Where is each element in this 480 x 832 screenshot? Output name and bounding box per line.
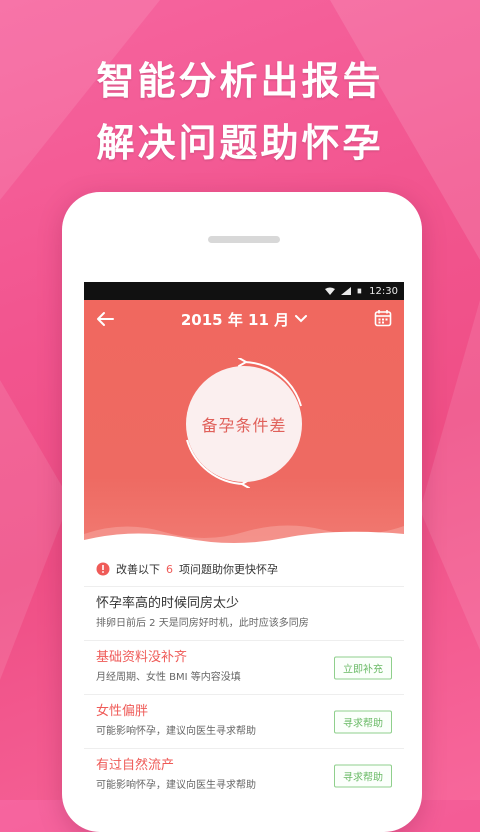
back-arrow-icon[interactable] [94,308,116,330]
seek-help-button[interactable]: 寻求帮助 [334,710,392,733]
seek-help-button[interactable]: 寻求帮助 [334,764,392,787]
notice-suffix: 项问题助你更快怀孕 [179,563,278,576]
list-item[interactable]: 基础资料没补齐 月经周期、女性 BMI 等内容没填 立即补充 [84,641,404,695]
top-bar: 2015 年 11 月 [84,300,404,338]
status-circle-label: 备孕条件差 [201,416,287,435]
month-label: 2015 年 11 月 [180,310,290,329]
background-facet [420,300,480,650]
complete-now-button[interactable]: 立即补充 [334,656,392,679]
list-item[interactable]: 有过自然流产 可能影响怀孕，建议向医生寻求帮助 寻求帮助 [84,749,404,800]
list-item[interactable]: 怀孕率高的时候同房太少 排卵日前后 2 天是同房好时机，此时应该多同房 [84,587,404,641]
chevron-down-icon [295,315,308,323]
phone-screen: 12:30 2015 年 11 月 备孕条件差 改善以下 6 项问题助你更快怀孕… [84,282,404,800]
list-item[interactable]: 女性偏胖 可能影响怀孕，建议向医生寻求帮助 寻求帮助 [84,695,404,749]
headline-line-2: 解决问题助怀孕 [96,121,384,165]
item-subtitle: 排卵日前后 2 天是同房好时机，此时应该多同房 [96,618,309,629]
phone-speaker [208,236,280,243]
status-circle: 备孕条件差 [186,366,302,482]
status-time: 12:30 [369,285,398,297]
signal-icon [341,287,352,295]
report-hero: 2015 年 11 月 备孕条件差 [84,300,404,552]
calendar-icon[interactable] [374,309,392,327]
wifi-icon [325,287,336,295]
month-selector[interactable]: 2015 年 11 月 [180,309,308,330]
background-facet [0,380,70,680]
wave-divider [84,525,404,552]
item-title: 怀孕率高的时候同房太少 [96,596,240,611]
battery-icon [357,288,362,294]
headline-line-1: 智能分析出报告 [96,59,384,103]
improvement-notice: 改善以下 6 项问题助你更快怀孕 [84,552,404,587]
notice-prefix: 改善以下 [116,563,160,576]
notice-count: 6 [166,562,173,576]
warning-icon [96,562,110,576]
status-bar: 12:30 [84,282,404,300]
